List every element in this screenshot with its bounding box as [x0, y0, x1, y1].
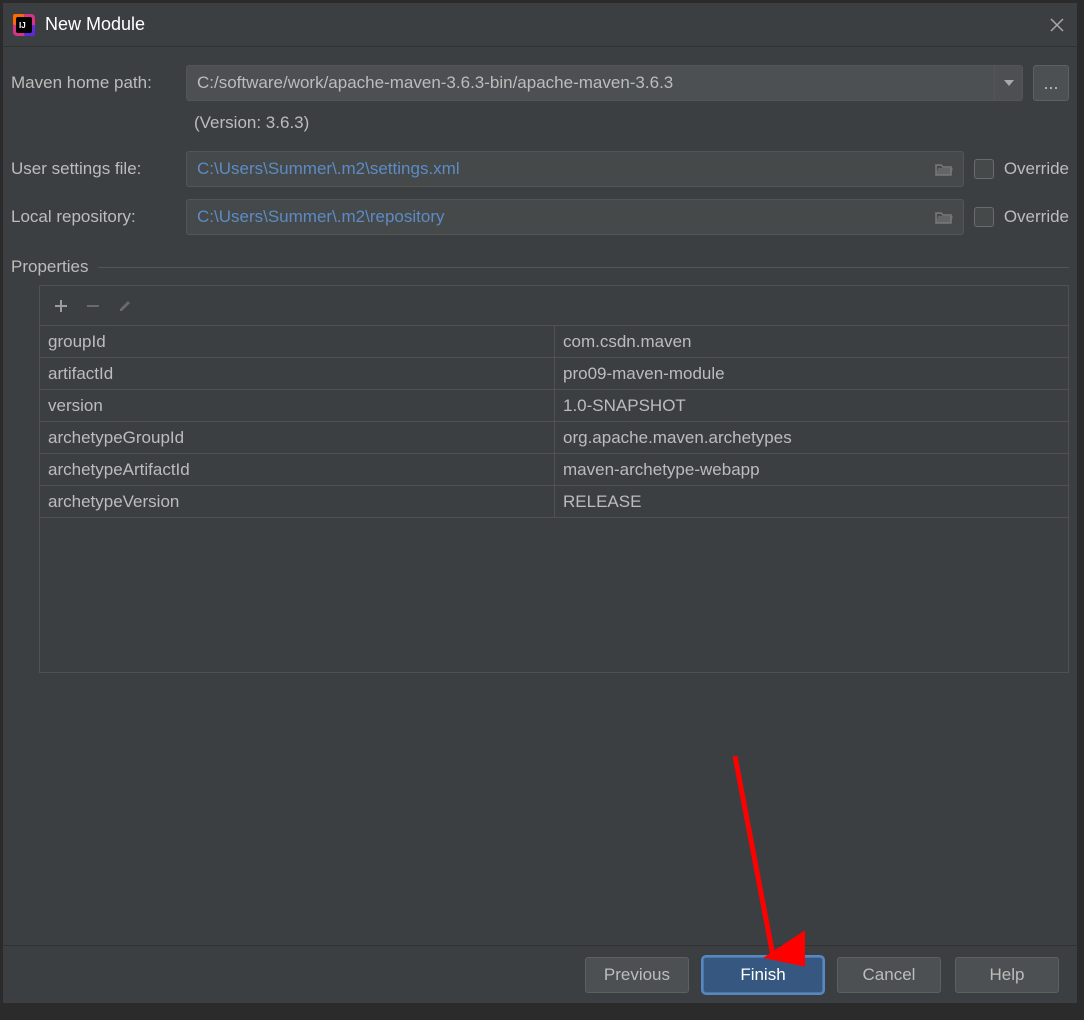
property-key: groupId	[40, 332, 554, 352]
remove-icon	[86, 299, 100, 313]
close-icon[interactable]	[1047, 15, 1067, 35]
property-key: archetypeVersion	[40, 492, 554, 512]
local-repo-field[interactable]: C:\Users\Summer\.m2\repository	[186, 199, 964, 235]
separator-line	[98, 267, 1069, 268]
properties-box: groupIdcom.csdn.mavenartifactIdpro09-mav…	[39, 285, 1069, 673]
user-settings-label: User settings file:	[11, 159, 186, 179]
table-row[interactable]: archetypeArtifactIdmaven-archetype-webap…	[40, 454, 1068, 486]
folder-open-icon[interactable]	[935, 162, 953, 176]
property-key: version	[40, 396, 554, 416]
property-value: com.csdn.maven	[554, 326, 1068, 357]
new-module-dialog: IJ New Module Maven home path: C:/softwa…	[2, 2, 1078, 1004]
maven-home-row: Maven home path: C:/software/work/apache…	[11, 65, 1069, 101]
window-title: New Module	[45, 14, 1047, 35]
property-value: RELEASE	[554, 486, 1068, 517]
maven-version-note: (Version: 3.6.3)	[194, 113, 1069, 133]
maven-home-combo[interactable]: C:/software/work/apache-maven-3.6.3-bin/…	[186, 65, 1023, 101]
local-repo-override-label: Override	[1004, 207, 1069, 227]
maven-home-browse-button[interactable]: ...	[1033, 65, 1069, 101]
table-row[interactable]: artifactIdpro09-maven-module	[40, 358, 1068, 390]
property-key: artifactId	[40, 364, 554, 384]
help-button[interactable]: Help	[955, 957, 1059, 993]
maven-home-label: Maven home path:	[11, 73, 186, 93]
chevron-down-icon[interactable]	[994, 66, 1022, 100]
edit-icon	[118, 299, 132, 313]
previous-button[interactable]: Previous	[585, 957, 689, 993]
property-value: org.apache.maven.archetypes	[554, 422, 1068, 453]
table-row[interactable]: archetypeVersionRELEASE	[40, 486, 1068, 518]
intellij-icon: IJ	[13, 14, 35, 36]
table-row[interactable]: archetypeGroupIdorg.apache.maven.archety…	[40, 422, 1068, 454]
property-value: maven-archetype-webapp	[554, 454, 1068, 485]
folder-open-icon[interactable]	[935, 210, 953, 224]
property-value: pro09-maven-module	[554, 358, 1068, 389]
local-repo-override-checkbox[interactable]	[974, 207, 994, 227]
property-value: 1.0-SNAPSHOT	[554, 390, 1068, 421]
local-repo-row: Local repository: C:\Users\Summer\.m2\re…	[11, 199, 1069, 235]
button-bar: Previous Finish Cancel Help	[3, 945, 1077, 1003]
user-settings-value: C:\Users\Summer\.m2\settings.xml	[197, 159, 935, 179]
add-icon[interactable]	[54, 299, 68, 313]
user-settings-override-label: Override	[1004, 159, 1069, 179]
user-settings-override-checkbox[interactable]	[974, 159, 994, 179]
ellipsis-icon: ...	[1043, 73, 1058, 94]
user-settings-field[interactable]: C:\Users\Summer\.m2\settings.xml	[186, 151, 964, 187]
properties-toolbar	[40, 286, 1068, 326]
local-repo-value: C:\Users\Summer\.m2\repository	[197, 207, 935, 227]
finish-button[interactable]: Finish	[703, 957, 823, 993]
user-settings-row: User settings file: C:\Users\Summer\.m2\…	[11, 151, 1069, 187]
table-row[interactable]: version1.0-SNAPSHOT	[40, 390, 1068, 422]
title-bar: IJ New Module	[3, 3, 1077, 47]
property-key: archetypeGroupId	[40, 428, 554, 448]
properties-table[interactable]: groupIdcom.csdn.mavenartifactIdpro09-mav…	[40, 326, 1068, 672]
cancel-button[interactable]: Cancel	[837, 957, 941, 993]
local-repo-label: Local repository:	[11, 207, 186, 227]
svg-text:IJ: IJ	[19, 21, 26, 30]
maven-home-value: C:/software/work/apache-maven-3.6.3-bin/…	[197, 73, 994, 93]
table-row[interactable]: groupIdcom.csdn.maven	[40, 326, 1068, 358]
properties-section-title: Properties	[11, 257, 1069, 277]
property-key: archetypeArtifactId	[40, 460, 554, 480]
